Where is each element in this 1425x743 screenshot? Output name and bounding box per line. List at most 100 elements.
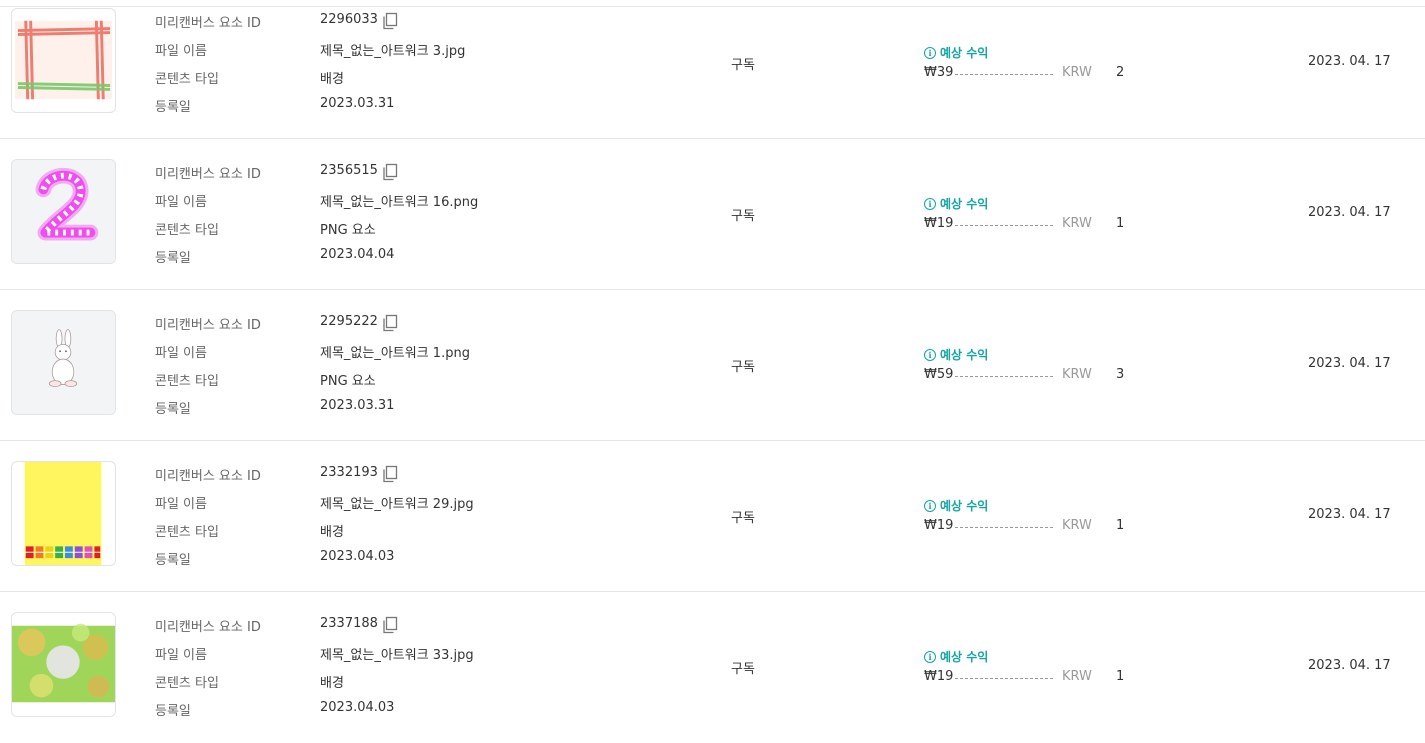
estimated-revenue-label: 예상 수익 [940,650,989,664]
settlement-date: 2023. 04. 17 [1308,54,1391,69]
download-count: 3 [1116,367,1125,382]
element-id-label: 미리캔버스 요소 ID [155,318,261,333]
element-id-value: 2295222 [320,314,378,329]
file-name-value: 제목_없는_아트워크 33.jpg [320,648,474,663]
settlement-date: 2023. 04. 17 [1308,356,1391,371]
license-type: 구독 [731,662,755,677]
frame-image-svg [12,9,115,112]
thumbnail-green-bokeh-image[interactable] [11,612,116,717]
revenue-amount: ₩39 [924,65,954,80]
copy-icon[interactable] [382,314,398,332]
estimated-revenue-label: 예상 수익 [940,46,989,60]
revenue-amount: ₩19 [924,518,954,533]
table-row: 미리캔버스 요소 ID 파일 이름 콘텐츠 타입 등록일 2295222 제목_… [0,290,1425,441]
estimated-revenue-link[interactable]: i 예상 수익 [924,195,988,212]
file-name-value: 제목_없는_아트워크 29.jpg [320,497,474,512]
file-name-label: 파일 이름 [155,44,207,59]
registered-value: 2023.04.03 [320,549,395,564]
info-icon: i [924,499,936,512]
estimated-revenue-link[interactable]: i 예상 수익 [924,648,988,665]
info-icon: i [924,650,936,663]
rabbit-image-svg [12,311,115,414]
table-row: 미리캔버스 요소 ID 파일 이름 콘텐츠 타입 등록일 2332193 제목_… [0,441,1425,592]
estimated-revenue-label: 예상 수익 [940,348,989,362]
number-two-image-svg [12,160,115,263]
file-name-label: 파일 이름 [155,497,207,512]
license-type: 구독 [731,360,755,375]
registered-label: 등록일 [155,100,191,115]
dotted-leader [955,225,1053,226]
license-type: 구독 [731,58,755,73]
license-type: 구독 [731,209,755,224]
thumbnail-frame-image[interactable] [11,8,116,113]
element-id-value: 2296033 [320,12,378,27]
registered-value: 2023.04.04 [320,247,395,262]
dotted-leader [955,376,1053,377]
download-count: 1 [1116,216,1125,231]
registered-label: 등록일 [155,251,191,266]
content-type-value: PNG 요소 [320,374,376,389]
settlement-date: 2023. 04. 17 [1308,658,1391,673]
estimated-revenue-label: 예상 수익 [940,499,989,513]
estimated-revenue-label: 예상 수익 [940,197,989,211]
table-row: 미리캔버스 요소 ID 파일 이름 콘텐츠 타입 등록일 2296033 제목_… [0,0,1425,139]
element-id-value: 2332193 [320,465,378,480]
currency-label: KRW [1062,65,1092,80]
content-type-value: 배경 [320,525,344,540]
currency-label: KRW [1062,669,1092,684]
element-id-value: 2356515 [320,163,378,178]
element-id-label: 미리캔버스 요소 ID [155,469,261,484]
element-id-value: 2337188 [320,616,378,631]
copy-icon[interactable] [382,12,398,30]
yellow-gift-image-svg [12,462,115,565]
download-count: 2 [1116,65,1125,80]
content-type-value: PNG 요소 [320,223,376,238]
content-type-label: 콘텐츠 타입 [155,223,219,238]
file-name-value: 제목_없는_아트워크 3.jpg [320,44,466,59]
info-icon: i [924,348,936,361]
content-type-label: 콘텐츠 타입 [155,374,219,389]
copy-icon[interactable] [382,465,398,483]
thumbnail-yellow-gift-image[interactable] [11,461,116,566]
dotted-leader [955,678,1053,679]
dotted-leader [955,74,1053,75]
content-type-value: 배경 [320,72,344,87]
estimated-revenue-link[interactable]: i 예상 수익 [924,346,988,363]
license-type: 구독 [731,511,755,526]
file-name-label: 파일 이름 [155,195,207,210]
download-count: 1 [1116,518,1125,533]
thumbnail-rabbit-image[interactable] [11,310,116,415]
file-name-value: 제목_없는_아트워크 1.png [320,346,470,361]
registered-value: 2023.03.31 [320,398,395,413]
revenue-amount: ₩19 [924,669,954,684]
revenue-amount: ₩59 [924,367,954,382]
green-bokeh-image-svg [12,613,115,716]
info-icon: i [924,46,936,59]
settlement-date: 2023. 04. 17 [1308,507,1391,522]
copy-icon[interactable] [382,616,398,634]
registered-label: 등록일 [155,402,191,417]
table-row: 미리캔버스 요소 ID 파일 이름 콘텐츠 타입 등록일 2337188 제목_… [0,592,1425,743]
settlement-date: 2023. 04. 17 [1308,205,1391,220]
estimated-revenue-link[interactable]: i 예상 수익 [924,497,988,514]
info-icon: i [924,197,936,210]
revenue-amount: ₩19 [924,216,954,231]
copy-icon[interactable] [382,163,398,181]
estimated-revenue-link[interactable]: i 예상 수익 [924,44,988,61]
registered-value: 2023.04.03 [320,700,395,715]
currency-label: KRW [1062,367,1092,382]
download-count: 1 [1116,669,1125,684]
content-type-label: 콘텐츠 타입 [155,525,219,540]
thumbnail-number-two-image[interactable] [11,159,116,264]
table-row: 미리캔버스 요소 ID 파일 이름 콘텐츠 타입 등록일 2356515 제목_… [0,139,1425,290]
content-type-label: 콘텐츠 타입 [155,676,219,691]
currency-label: KRW [1062,216,1092,231]
file-name-label: 파일 이름 [155,648,207,663]
element-id-label: 미리캔버스 요소 ID [155,16,261,31]
currency-label: KRW [1062,518,1092,533]
file-name-label: 파일 이름 [155,346,207,361]
element-id-label: 미리캔버스 요소 ID [155,167,261,182]
registered-value: 2023.03.31 [320,96,395,111]
dotted-leader [955,527,1053,528]
element-id-label: 미리캔버스 요소 ID [155,620,261,635]
